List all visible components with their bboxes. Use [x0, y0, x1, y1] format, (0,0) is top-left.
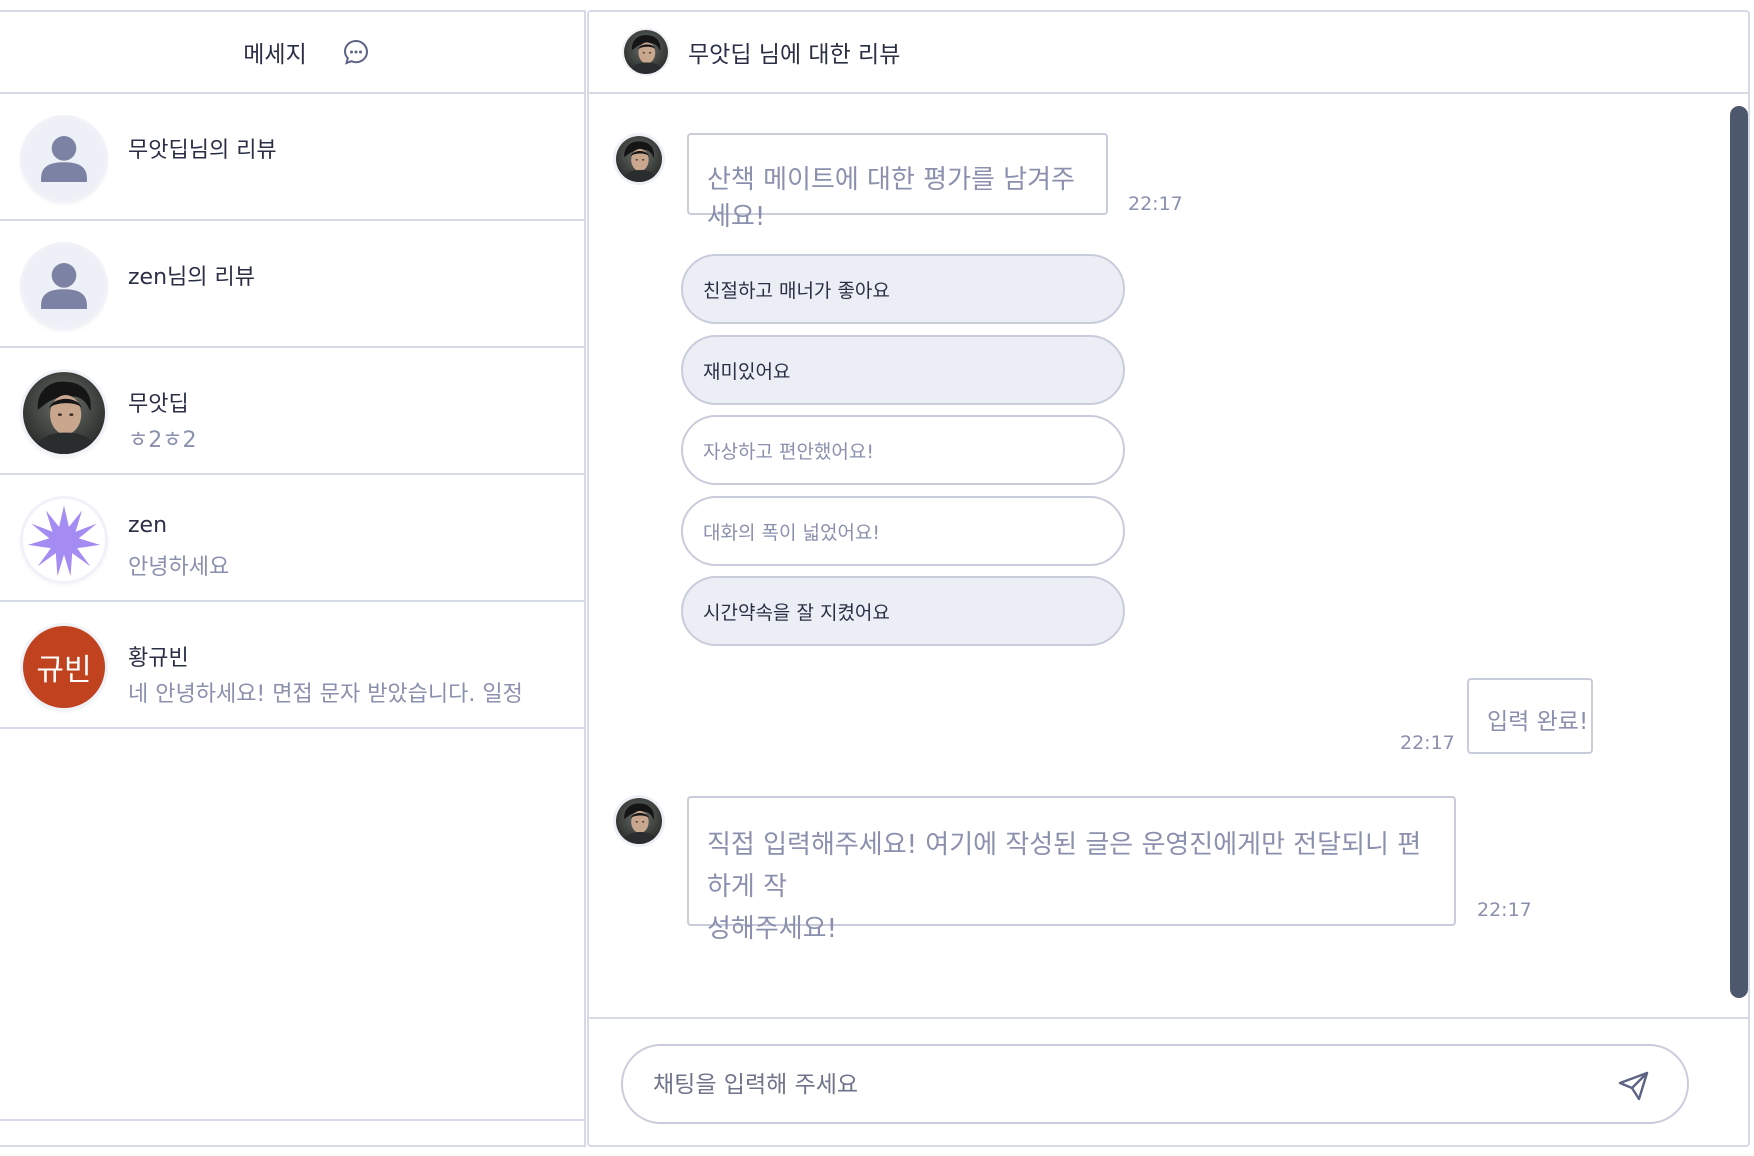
scrollbar[interactable] — [1730, 106, 1748, 998]
user-photo — [624, 30, 668, 74]
review-option[interactable]: 자상하고 편안했어요! — [681, 415, 1125, 485]
divider — [0, 1119, 584, 1121]
avatar — [23, 499, 105, 581]
review-option-label: 자상하고 편안했어요! — [703, 440, 874, 463]
conversation-preview: 안녕하세요 — [128, 555, 230, 580]
paper-plane-icon[interactable] — [1617, 1070, 1651, 1102]
avatar — [23, 372, 105, 454]
review-option-label: 대화의 폭이 넓었어요! — [703, 521, 881, 544]
user-photo — [616, 136, 662, 182]
avatar — [616, 136, 662, 182]
starburst-icon — [27, 505, 101, 577]
chat-header: 무앗딥 님에 대한 리뷰 — [589, 12, 1748, 94]
message-text: 직접 입력해주세요! 여기에 작성된 글은 운영진에게만 전달되니 편하게 작 — [707, 830, 1422, 902]
conversation-list-header: 메세지 — [0, 12, 584, 94]
message-bubble: 입력 완료! — [1467, 678, 1593, 754]
conversation-name: zen — [128, 513, 168, 538]
avatar — [616, 798, 662, 844]
message-text: 산책 메이트에 대한 평가를 남겨주세요! — [707, 165, 1075, 232]
conversation-item[interactable]: zen 안녕하세요 — [0, 475, 584, 602]
message-time: 22:17 — [1477, 899, 1532, 921]
review-option-label: 시간약속을 잘 지켰어요 — [703, 601, 890, 624]
chat-input-container — [621, 1044, 1689, 1124]
person-icon — [23, 118, 105, 200]
conversation-name: 황규빈 — [128, 646, 189, 671]
avatar — [23, 118, 105, 200]
conversation-item[interactable]: 무앗딥 ㅎ2ㅎ2 — [0, 348, 584, 475]
chat-input[interactable] — [653, 1066, 1553, 1104]
review-option-label: 친절하고 매너가 좋아요 — [703, 279, 890, 302]
message-list[interactable]: 산책 메이트에 대한 평가를 남겨주세요! 22:17 친절하고 매너가 좋아요… — [589, 94, 1748, 1030]
message-text: 입력 완료! — [1487, 709, 1589, 735]
review-option[interactable]: 대화의 폭이 넓었어요! — [681, 496, 1125, 566]
message-bubble: 산책 메이트에 대한 평가를 남겨주세요! — [687, 133, 1108, 232]
conversation-list-panel: 메세지 무앗딥님의 리뷰 zen님의 리뷰 무앗딥 ㅎ2ㅎ2 zen 안녕하세요… — [0, 10, 586, 1147]
avatar-initials: 규빈 — [36, 653, 92, 688]
avatar: 규빈 — [23, 626, 105, 708]
avatar — [624, 30, 668, 74]
user-photo — [23, 372, 105, 454]
conversation-preview: ㅎ2ㅎ2 — [128, 428, 197, 453]
message-time: 22:17 — [1128, 193, 1183, 215]
chat-input-area — [589, 1017, 1748, 1145]
message-time: 22:17 — [1400, 732, 1455, 754]
chat-bubble-icon[interactable] — [341, 37, 371, 67]
review-option[interactable]: 친절하고 매너가 좋아요 — [681, 254, 1125, 324]
conversation-name: 무앗딥님의 리뷰 — [128, 138, 277, 163]
conversation-name: zen님의 리뷰 — [128, 265, 255, 290]
person-icon — [23, 245, 105, 327]
conversation-preview: 네 안녕하세요! 면접 문자 받았습니다. 일정 — [128, 682, 523, 707]
conversation-item[interactable]: 규빈 황규빈 네 안녕하세요! 면접 문자 받았습니다. 일정 — [0, 602, 584, 729]
conversation-item[interactable]: 무앗딥님의 리뷰 — [0, 94, 584, 221]
review-option[interactable]: 재미있어요 — [681, 335, 1125, 405]
user-photo — [616, 798, 662, 844]
review-option[interactable]: 시간약속을 잘 지켰어요 — [681, 576, 1125, 646]
message-bubble: 직접 입력해주세요! 여기에 작성된 글은 운영진에게만 전달되니 편하게 작 … — [687, 796, 1456, 944]
conversation-item[interactable]: zen님의 리뷰 — [0, 221, 584, 348]
conversation-name: 무앗딥 — [128, 392, 189, 417]
conversation-list-title: 메세지 — [243, 42, 307, 68]
avatar — [23, 245, 105, 327]
chat-panel: 무앗딥 님에 대한 리뷰 산책 메이트에 대한 평가를 남겨주세요! 22:17… — [587, 10, 1750, 1147]
review-option-label: 재미있어요 — [703, 360, 791, 383]
message-text: 성해주세요! — [707, 914, 838, 944]
chat-title: 무앗딥 님에 대한 리뷰 — [688, 42, 901, 68]
